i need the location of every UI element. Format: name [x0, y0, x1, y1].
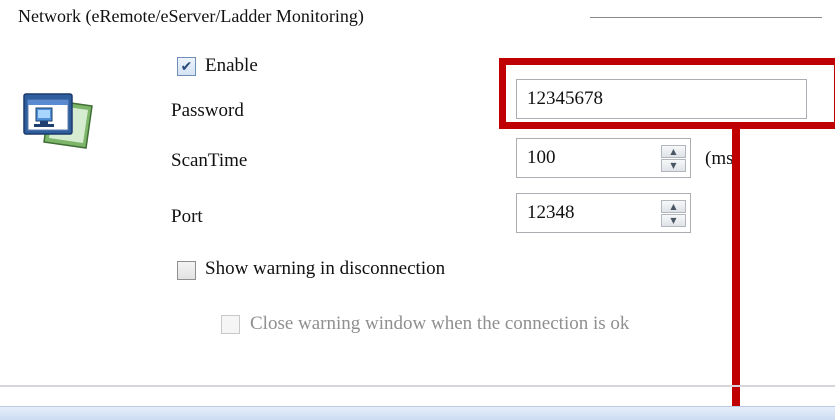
network-monitor-icon: [23, 93, 93, 149]
arrow-up-icon: ▲: [670, 201, 677, 211]
port-value[interactable]: 12348: [527, 194, 575, 232]
scantime-up-button[interactable]: ▲: [661, 145, 686, 158]
port-spinner[interactable]: 12348 ▲ ▼: [516, 193, 691, 233]
bottom-panel-band: [0, 406, 835, 420]
enable-label[interactable]: Enable: [205, 55, 258, 77]
close-warning-checkbox[interactable]: [221, 315, 240, 334]
arrow-up-icon: ▲: [670, 146, 677, 156]
section-separator: [0, 385, 835, 387]
show-warning-label[interactable]: Show warning in disconnection: [205, 258, 445, 280]
network-group-title: Network (eRemote/eServer/Ladder Monitori…: [18, 6, 364, 26]
show-warning-checkbox[interactable]: [177, 261, 196, 280]
scantime-label: ScanTime: [171, 150, 248, 171]
password-label: Password: [171, 100, 244, 121]
scantime-spinner[interactable]: 100 ▲ ▼: [516, 138, 691, 178]
port-up-button[interactable]: ▲: [661, 200, 686, 213]
port-label: Port: [171, 206, 203, 227]
group-divider: [590, 17, 822, 18]
checkmark-icon: ✔: [180, 58, 193, 75]
arrow-down-icon: ▼: [670, 215, 677, 225]
port-down-button[interactable]: ▼: [661, 214, 686, 227]
enable-checkbox[interactable]: ✔: [177, 57, 196, 76]
scantime-value[interactable]: 100: [527, 139, 556, 177]
highlight-pointer-line: [732, 128, 740, 419]
arrow-down-icon: ▼: [670, 160, 677, 170]
scantime-down-button[interactable]: ▼: [661, 159, 686, 172]
scantime-spin-buttons: ▲ ▼: [661, 145, 686, 172]
port-spin-buttons: ▲ ▼: [661, 200, 686, 227]
password-highlight-box: [499, 58, 835, 129]
close-warning-label[interactable]: Close warning window when the connection…: [250, 313, 629, 335]
